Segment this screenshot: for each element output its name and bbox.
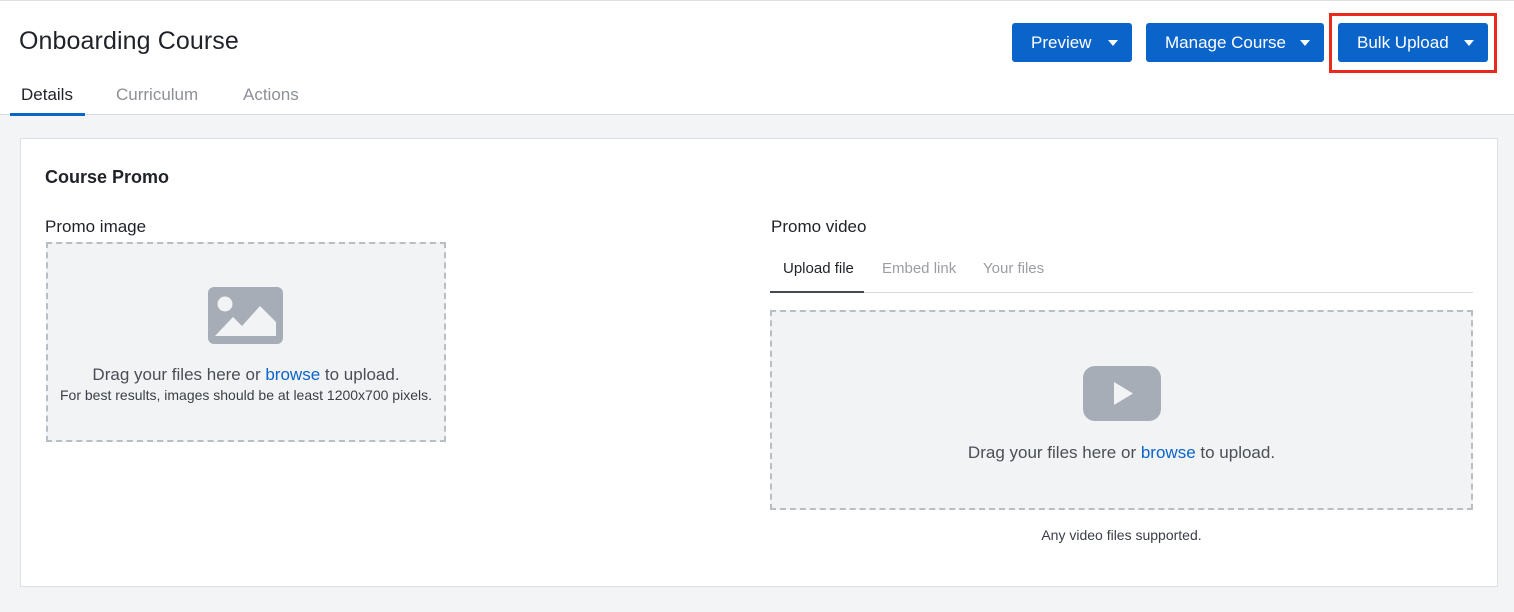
tab-actions[interactable]: Actions (243, 85, 299, 105)
preview-button[interactable]: Preview (1012, 23, 1132, 62)
tab-upload-file[interactable]: Upload file (783, 260, 854, 277)
manage-course-button-label: Manage Course (1165, 32, 1286, 52)
manage-course-button[interactable]: Manage Course (1146, 23, 1324, 62)
bulk-upload-button[interactable]: Bulk Upload (1338, 23, 1488, 62)
tab-your-files[interactable]: Your files (983, 260, 1044, 277)
promo-image-label: Promo image (45, 217, 147, 236)
image-drag-text: Drag your files here or (92, 365, 261, 384)
chevron-down-icon (1108, 40, 1118, 46)
image-placeholder-icon (208, 287, 283, 344)
play-icon (1083, 366, 1161, 421)
video-drag-text: Drag your files here or (967, 443, 1137, 462)
video-after-text: to upload. (1200, 443, 1276, 462)
tab-curriculum[interactable]: Curriculum (116, 85, 198, 105)
page-header: Onboarding Course Preview Manage Course … (0, 0, 1514, 116)
preview-button-label: Preview (1031, 32, 1092, 52)
active-tab-indicator (10, 113, 85, 116)
section-title: Course Promo (45, 167, 170, 187)
promo-video-dropzone[interactable]: Drag your files here or browse to upload… (770, 310, 1473, 510)
chevron-down-icon (1300, 40, 1310, 46)
bulk-upload-button-label: Bulk Upload (1357, 32, 1449, 52)
video-support-note: Any video files supported. (1041, 527, 1202, 543)
video-drop-text: Drag your files here or browse to upload… (772, 443, 1471, 463)
chevron-down-icon (1464, 40, 1474, 46)
course-promo-card: Course Promo Promo image Drag your files… (20, 138, 1498, 587)
tab-embed-link[interactable]: Embed link (882, 260, 956, 277)
image-browse-link[interactable]: browse (265, 365, 320, 384)
promo-image-dropzone[interactable]: Drag your files here or browse to upload… (46, 242, 446, 442)
image-drop-text: Drag your files here or browse to upload… (48, 365, 444, 385)
page-title: Onboarding Course (19, 27, 239, 55)
image-after-text: to upload. (324, 365, 400, 384)
video-tabs-divider (770, 292, 1473, 293)
promo-video-label: Promo video (771, 217, 867, 236)
video-active-tab-indicator (770, 291, 864, 293)
tab-details[interactable]: Details (21, 85, 73, 105)
image-size-hint: For best results, images should be at le… (60, 387, 432, 403)
video-browse-link[interactable]: browse (1141, 443, 1196, 462)
